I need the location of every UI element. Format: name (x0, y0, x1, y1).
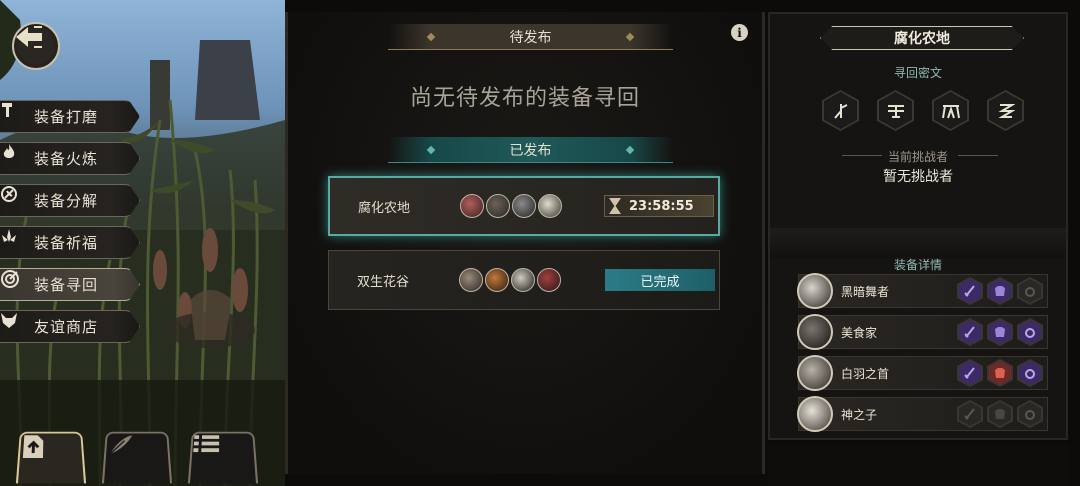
avatar (537, 268, 561, 292)
equipment-slots (957, 400, 1043, 428)
equipment-owner-name: 神之子 (841, 407, 878, 422)
tab-publish[interactable] (15, 431, 87, 484)
rune-1-icon (833, 103, 847, 119)
armor-slot-icon[interactable] (987, 359, 1013, 387)
menu-item-label: 装备寻回 (34, 276, 99, 294)
published-section-header: 已发布 (388, 137, 673, 163)
sword-slot-icon[interactable] (957, 400, 983, 428)
avatar (512, 194, 536, 218)
equipment-row[interactable]: 黑暗舞者 (797, 273, 1048, 309)
pending-header-label: 待发布 (509, 29, 552, 46)
quest-party (459, 268, 589, 292)
sword-slot-icon[interactable] (957, 277, 983, 305)
menu-item-label: 装备祈福 (34, 234, 99, 252)
published-header-label: 已发布 (509, 142, 552, 159)
equipment-owner-name: 黑暗舞者 (841, 284, 890, 299)
equipment-slots (957, 277, 1043, 305)
back-arrow-icon (16, 26, 42, 48)
quest-party (460, 194, 590, 218)
avatar (797, 396, 833, 432)
menu-item-friendship-shop[interactable]: 友谊商店 (0, 310, 140, 343)
divider-band (770, 228, 1066, 258)
equipment-owner-name: 白羽之首 (841, 366, 890, 381)
challenger-label: 当前挑战者 (887, 150, 948, 164)
rune-slot[interactable] (877, 90, 914, 131)
ornament-diamond (426, 145, 436, 154)
ornament-diamond (625, 32, 635, 41)
rune-slot[interactable] (822, 90, 859, 131)
timer-value: 23:58:55 (629, 198, 694, 214)
avatar (797, 273, 833, 309)
menu-item-retrieve[interactable]: 装备寻回 (0, 268, 140, 301)
divider (958, 155, 998, 156)
detail-panel: 腐化农地 寻回密文 当前挑战者 暂无挑战者 装备详情 黑暗舞者 美食家 白羽之首… (768, 12, 1068, 440)
avatar (511, 268, 535, 292)
avatar (486, 194, 510, 218)
ring-slot-icon[interactable] (1017, 318, 1043, 346)
quest-name: 腐化农地 (358, 200, 411, 216)
ring-slot-icon[interactable] (1017, 277, 1043, 305)
rune-3-icon (941, 104, 960, 118)
hourglass-icon (609, 198, 621, 214)
quest-timer: 23:58:55 (604, 195, 714, 217)
rune-list (822, 90, 1024, 131)
quest-name: 双生花谷 (357, 274, 410, 290)
menu-item-label: 友谊商店 (34, 318, 99, 336)
menu-item-label: 装备分解 (34, 192, 99, 210)
ring-slot-icon[interactable] (1017, 400, 1043, 428)
quest-row[interactable]: 双生花谷 已完成 (328, 250, 720, 310)
menu-item-label: 装备火炼 (34, 150, 99, 168)
runes-header: 寻回密文 (893, 66, 942, 80)
rune-slot[interactable] (932, 90, 969, 131)
info-icon[interactable]: i (731, 24, 748, 41)
equipment-slots (957, 318, 1043, 346)
menu-item-label: 装备打磨 (34, 108, 99, 126)
equipment-slots (957, 359, 1043, 387)
avatar (797, 355, 833, 391)
sword-slot-icon[interactable] (957, 359, 983, 387)
avatar (538, 194, 562, 218)
equipment-row[interactable]: 白羽之首 (797, 355, 1048, 391)
avatar (797, 314, 833, 350)
side-menu: 装备打磨 装备火炼 装备分解 装备祈福 装备寻回 友谊商店 (0, 100, 140, 352)
armor-slot-icon[interactable] (987, 277, 1013, 305)
tab-feather[interactable] (101, 431, 173, 484)
sword-slot-icon[interactable] (957, 318, 983, 346)
retrieval-main-panel: 待发布 i 尚无待发布的装备寻回 已发布 腐化农地 23:58:55 双生花谷 … (285, 12, 765, 474)
menu-item-polish[interactable]: 装备打磨 (0, 100, 140, 133)
bottom-strip (768, 444, 1068, 486)
rune-slot[interactable] (987, 90, 1024, 131)
armor-slot-icon[interactable] (987, 318, 1013, 346)
empty-pending-message: 尚无待发布的装备寻回 (409, 86, 640, 111)
equipment-row[interactable]: 美食家 (797, 314, 1048, 350)
armor-slot-icon[interactable] (987, 400, 1013, 428)
ornament-diamond (426, 32, 436, 41)
equipment-row[interactable]: 神之子 (797, 396, 1048, 432)
ornament-diamond (625, 145, 635, 154)
menu-item-blessing[interactable]: 装备祈福 (0, 226, 140, 259)
bottom-tab-bar (15, 430, 259, 484)
equipment-owner-name: 美食家 (841, 325, 878, 340)
menu-item-dismantle[interactable]: 装备分解 (0, 184, 140, 217)
avatar (460, 194, 484, 218)
left-scenery-panel: 装备打磨 装备火炼 装备分解 装备祈福 装备寻回 友谊商店 (0, 0, 285, 486)
back-button[interactable] (12, 22, 60, 70)
equipment-list: 黑暗舞者 美食家 白羽之首 神之子 (797, 273, 1048, 438)
ring-slot-icon[interactable] (1017, 359, 1043, 387)
challenger-value: 暂无挑战者 (883, 169, 953, 185)
tab-list[interactable] (187, 431, 259, 484)
menu-item-fire-refine[interactable]: 装备火炼 (0, 142, 140, 175)
location-title: 腐化农地 (820, 26, 1024, 50)
pending-section-header: 待发布 (388, 24, 673, 50)
status-badge: 已完成 (605, 269, 715, 291)
avatar (459, 268, 483, 292)
avatar (485, 268, 509, 292)
equipment-header: 装备详情 (893, 258, 942, 272)
quest-row[interactable]: 腐化农地 23:58:55 (328, 176, 720, 236)
rune-2-icon (887, 104, 904, 118)
rune-4-icon (997, 103, 1015, 118)
